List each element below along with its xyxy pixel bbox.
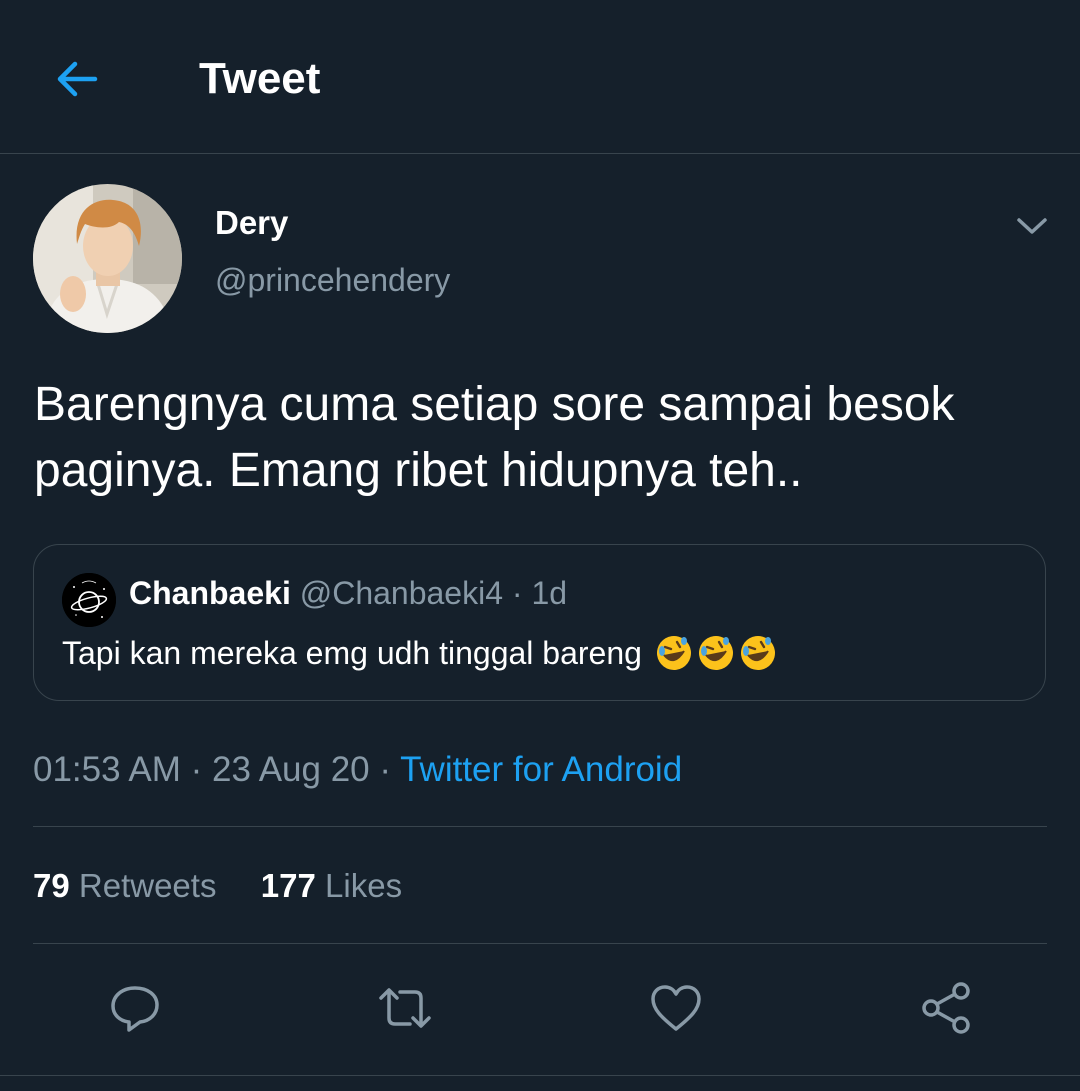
author-display-name[interactable]: Dery <box>215 204 288 242</box>
retweets-stat[interactable]: 79 Retweets <box>33 867 226 904</box>
author-avatar[interactable] <box>33 184 182 333</box>
reply-icon <box>111 986 159 1032</box>
quoted-separator: · <box>511 575 523 611</box>
divider <box>33 826 1047 827</box>
quoted-tweet-text: Tapi kan mereka emg udh tinggal bareng <box>62 633 778 673</box>
quoted-display-name: Chanbaeki <box>129 575 291 611</box>
likes-count: 177 <box>260 867 316 904</box>
bottom-divider <box>0 1075 1080 1076</box>
more-options-button[interactable] <box>1012 206 1052 246</box>
tweet-timestamp: 01:53 AM · 23 Aug 20 · <box>33 750 401 789</box>
back-button[interactable] <box>50 52 104 106</box>
divider <box>33 943 1047 944</box>
page-title: Tweet <box>199 54 321 103</box>
tweet-source-link[interactable]: Twitter for Android <box>400 750 682 789</box>
tweet-metadata: 01:53 AM · 23 Aug 20 · Twitter for Andro… <box>33 749 682 791</box>
share-icon <box>922 982 970 1034</box>
retweets-label: Retweets <box>78 867 217 904</box>
emoji-group <box>654 633 778 673</box>
retweet-button[interactable] <box>377 980 433 1036</box>
top-app-bar: Tweet <box>0 0 1080 154</box>
quoted-time: 1d <box>531 575 568 611</box>
rolling-laughing-emoji-icon <box>698 636 733 670</box>
quoted-tweet-header: Chanbaeki @Chanbaeki4 · 1d <box>129 574 567 612</box>
chevron-down-icon <box>1017 218 1047 234</box>
author-handle[interactable]: @princehendery <box>215 261 450 299</box>
retweets-count: 79 <box>33 867 70 904</box>
like-button[interactable] <box>648 980 704 1036</box>
retweet-icon <box>379 988 431 1028</box>
likes-label: Likes <box>325 867 403 904</box>
quoted-handle: @Chanbaeki4 <box>299 575 503 611</box>
quoted-tweet[interactable]: Chanbaeki @Chanbaeki4 · 1d Tapi kan mere… <box>33 544 1046 701</box>
share-button[interactable] <box>918 980 974 1036</box>
rolling-laughing-emoji-icon <box>656 636 691 670</box>
rolling-laughing-emoji-icon <box>740 636 775 670</box>
quoted-text: Tapi kan mereka emg udh tinggal bareng <box>62 635 642 671</box>
likes-stat[interactable]: 177 Likes <box>261 867 402 904</box>
tweet-stats: 79 Retweets 177 Likes <box>33 866 402 906</box>
heart-icon <box>651 985 701 1031</box>
quoted-author-avatar <box>62 573 116 627</box>
tweet-text: Barengnya cuma setiap sore sampai besok … <box>34 378 955 497</box>
reply-button[interactable] <box>107 980 163 1036</box>
arrow-left-icon <box>57 61 98 97</box>
